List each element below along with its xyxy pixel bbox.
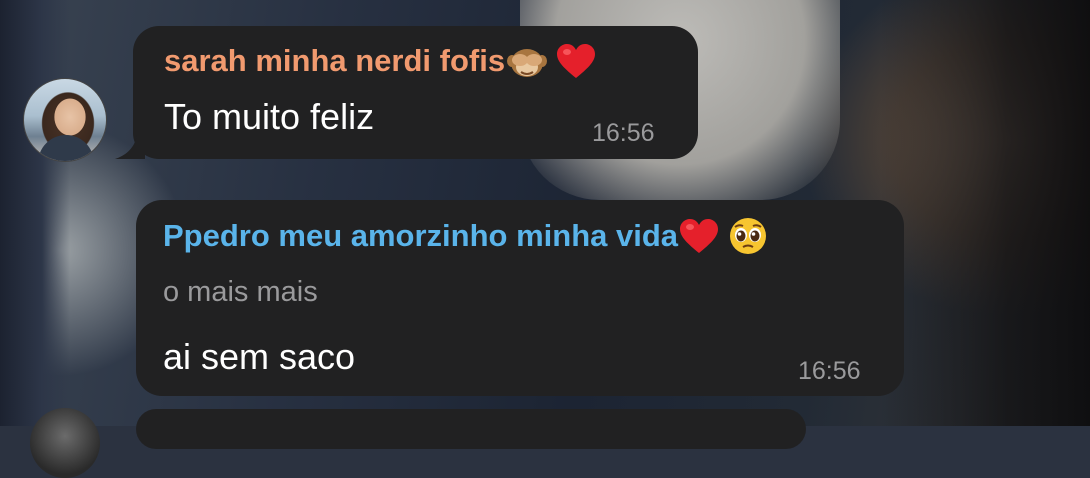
see-no-evil-monkey-icon xyxy=(507,42,548,80)
message-time: 16:56 xyxy=(592,119,655,147)
message-bubble-ppedro[interactable]: Ppedro meu amorzinho minha vida o mais m… xyxy=(136,200,904,396)
red-heart-icon xyxy=(555,42,597,80)
message-text: ai sem saco xyxy=(163,336,356,377)
message-bubble-sarah[interactable]: sarah minha nerdi fofis To muito feliz 1… xyxy=(115,26,698,159)
avatar-partial[interactable] xyxy=(30,408,100,478)
message-text: To muito feliz xyxy=(164,96,375,137)
wallpaper-shade-left xyxy=(0,0,70,426)
avatar-sarah[interactable] xyxy=(23,78,107,162)
bubble-tail xyxy=(115,135,145,159)
sender-name[interactable]: Ppedro meu amorzinho minha vida xyxy=(163,218,768,258)
message-bubble-partial[interactable] xyxy=(136,409,806,449)
avatar-figure xyxy=(38,135,94,161)
sender-name[interactable]: sarah minha nerdi fofis xyxy=(164,43,597,82)
pleading-face-icon xyxy=(728,216,768,256)
wallpaper-shade-right xyxy=(880,0,1090,426)
red-heart-icon xyxy=(678,217,720,255)
reply-preview-text[interactable]: o mais mais xyxy=(163,276,318,309)
message-time: 16:56 xyxy=(798,357,861,385)
sender-name-text: Ppedro meu amorzinho minha vida xyxy=(163,218,679,254)
sender-name-text: sarah minha nerdi fofis xyxy=(164,43,506,78)
